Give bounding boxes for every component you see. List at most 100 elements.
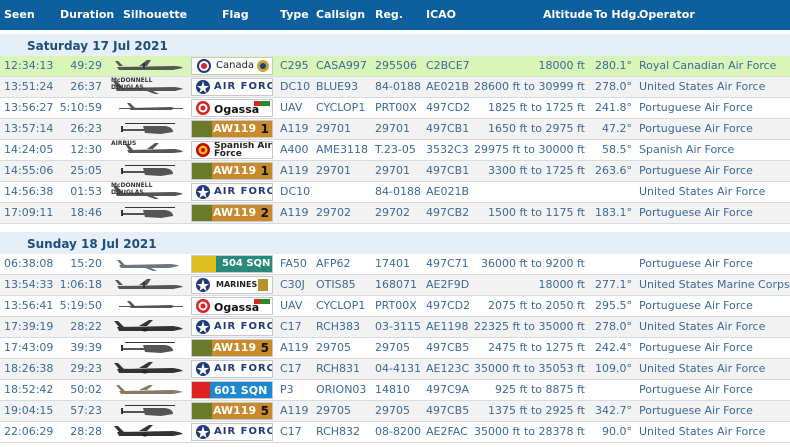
cell-type: A119 <box>280 122 309 135</box>
cell-seen: 12:34:13 <box>4 59 54 72</box>
operator-flag: 601 SQN <box>191 381 273 399</box>
cell-reg: 14810 <box>375 383 410 396</box>
flag-text: AIR FORCE <box>214 363 272 374</box>
day-label: Saturday 17 Jul 2021 <box>27 39 168 53</box>
flag-text: 601 SQN <box>214 384 268 397</box>
cell-duration: 01:53 <box>70 185 102 198</box>
table-row[interactable]: 14:56:38 01:53 McDONNELL DOUGLAS AIR FORCE D… <box>0 182 790 203</box>
col-flag[interactable]: Flag <box>222 8 249 21</box>
table-row[interactable]: 13:54:33 1:06:18 MARINES C30J OTIS85 168071 A… <box>0 275 790 296</box>
cell-operator: Portuguese Air Force <box>639 257 753 270</box>
aircraft-silhouette <box>109 121 187 137</box>
cell-duration: 5:10:59 <box>59 101 102 114</box>
col-operator[interactable]: Operator <box>639 8 695 21</box>
table-row[interactable]: 13:57:14 26:23 AW119 1 A119 29701 29701 497CB… <box>0 119 790 140</box>
cell-heading: 183.1° <box>595 206 632 219</box>
aircraft-silhouette <box>109 256 187 272</box>
cell-seen: 19:04:15 <box>4 404 54 417</box>
col-altitude[interactable]: Altitude <box>543 8 593 21</box>
col-icao[interactable]: ICAO <box>426 8 456 21</box>
table-row[interactable]: 14:24:05 12:30 AIRBUS Spanish Air Force A40… <box>0 140 790 161</box>
cell-type: C17 <box>280 425 302 438</box>
cell-operator: United States Air Force <box>639 185 766 198</box>
flag-text: 504 SQN <box>222 258 271 269</box>
day-header: Sunday 18 Jul 2021 <box>0 232 790 254</box>
cell-altitude: 36000 ft to 9200 ft <box>480 257 585 270</box>
cell-callsign: 29705 <box>316 404 351 417</box>
table-row[interactable]: 17:09:11 18:46 AW119 2 A119 29702 29702 497CB… <box>0 203 790 224</box>
cell-callsign: RCH383 <box>316 320 361 333</box>
table-row[interactable]: 18:52:42 50:02 601 SQN P3 ORION03 14810 497C9… <box>0 380 790 401</box>
cell-icao: 497CB5 <box>426 341 470 354</box>
table-row[interactable]: 14:55:06 25:05 AW119 1 A119 29701 29701 497CB… <box>0 161 790 182</box>
aircraft-silhouette <box>109 58 187 74</box>
aircraft-silhouette: AIRBUS <box>109 140 187 158</box>
cell-heading: 242.4° <box>595 341 632 354</box>
cell-type: A119 <box>280 404 309 417</box>
table-row[interactable]: 06:38:08 15:20 504 SQN FA50 AFP62 17401 497C7… <box>0 254 790 275</box>
cell-icao: AE123C <box>426 362 470 375</box>
col-to-hdg[interactable]: To Hdg. <box>594 8 641 21</box>
col-type[interactable]: Type <box>280 8 309 21</box>
cell-reg: 29701 <box>375 122 410 135</box>
col-duration[interactable]: Duration <box>60 8 114 21</box>
cell-type: A400 <box>280 143 309 156</box>
cell-reg: 29705 <box>375 341 410 354</box>
cell-duration: 5:19:50 <box>59 299 102 312</box>
cell-operator: United States Marine Corps <box>639 278 790 291</box>
cell-operator: Portuguese Air Force <box>639 101 753 114</box>
cell-duration: 39:39 <box>70 341 102 354</box>
table-row[interactable]: 13:56:27 5:10:59 Ogassa UAV CYCLOP1 PRT00X 4… <box>0 98 790 119</box>
aircraft-silhouette <box>109 382 187 398</box>
cell-duration: 50:02 <box>70 383 102 396</box>
cell-seen: 18:52:42 <box>4 383 54 396</box>
col-reg[interactable]: Reg. <box>375 8 403 21</box>
cell-seen: 13:56:41 <box>4 299 54 312</box>
cell-altitude: 18000 ft <box>538 278 585 291</box>
cell-seen: 13:57:14 <box>4 122 54 135</box>
col-callsign[interactable]: Callsign <box>316 8 365 21</box>
table-row[interactable]: 17:43:09 39:39 AW119 5 A119 29705 29705 497CB… <box>0 338 790 359</box>
cell-type: A119 <box>280 341 309 354</box>
aircraft-silhouette <box>109 163 187 179</box>
cell-icao: AE021B <box>426 185 470 198</box>
aircraft-silhouette <box>109 361 187 377</box>
cell-icao: 497CB5 <box>426 404 470 417</box>
operator-flag: AW119 5 <box>191 402 273 420</box>
table-row[interactable]: 22:06:29 28:28 AIR FORCE C17 RCH832 08-8200 AE… <box>0 422 790 443</box>
cell-heading: 90.0° <box>602 425 632 438</box>
cell-heading: 109.0° <box>595 362 632 375</box>
cell-heading: 278.0° <box>595 320 632 333</box>
cell-callsign: 29701 <box>316 164 351 177</box>
cell-reg: 29702 <box>375 206 410 219</box>
cell-type: C295 <box>280 59 309 72</box>
cell-seen: 13:54:33 <box>4 278 54 291</box>
flag-text: AIR FORCE <box>214 321 272 332</box>
cell-altitude: 28600 ft to 30999 ft <box>474 80 585 93</box>
table-row[interactable]: 13:51:24 26:37 McDONNELL DOUGLAS AIR FORCE D… <box>0 77 790 98</box>
cell-operator: Portuguese Air Force <box>639 206 753 219</box>
col-seen[interactable]: Seen <box>4 8 35 21</box>
col-silhouette[interactable]: Silhouette <box>123 8 187 21</box>
cell-altitude: 1650 ft to 2975 ft <box>487 122 585 135</box>
cell-type: A119 <box>280 206 309 219</box>
cell-seen: 14:55:06 <box>4 164 54 177</box>
aircraft-silhouette <box>109 205 187 221</box>
table-row[interactable]: 17:39:19 28:22 AIR FORCE C17 RCH383 03-3115 AE… <box>0 317 790 338</box>
cell-duration: 26:37 <box>70 80 102 93</box>
cell-reg: PRT00X <box>375 299 417 312</box>
flag-text: AIR FORCE <box>214 186 272 197</box>
cell-type: DC10 <box>280 80 311 93</box>
table-row[interactable]: 18:26:38 29:23 AIR FORCE C17 RCH831 04-4131 AE… <box>0 359 790 380</box>
cell-seen: 14:24:05 <box>4 143 54 156</box>
cell-altitude: 2075 ft to 2050 ft <box>487 299 585 312</box>
flag-text: AW119 <box>213 341 257 354</box>
table-row[interactable]: 19:04:15 57:23 AW119 5 A119 29705 29705 497CB… <box>0 401 790 422</box>
table-row[interactable]: 12:34:13 49:29 Canada C295 CASA997 295506 C2… <box>0 56 790 77</box>
cell-icao: 497CB1 <box>426 122 470 135</box>
operator-flag: AW119 5 <box>191 339 273 357</box>
table-row[interactable]: 13:56:41 5:19:50 Ogassa UAV CYCLOP1 PRT00X 4… <box>0 296 790 317</box>
cell-heading: 58.5° <box>602 143 632 156</box>
cell-altitude: 3300 ft to 1725 ft <box>487 164 585 177</box>
cell-seen: 13:56:27 <box>4 101 54 114</box>
